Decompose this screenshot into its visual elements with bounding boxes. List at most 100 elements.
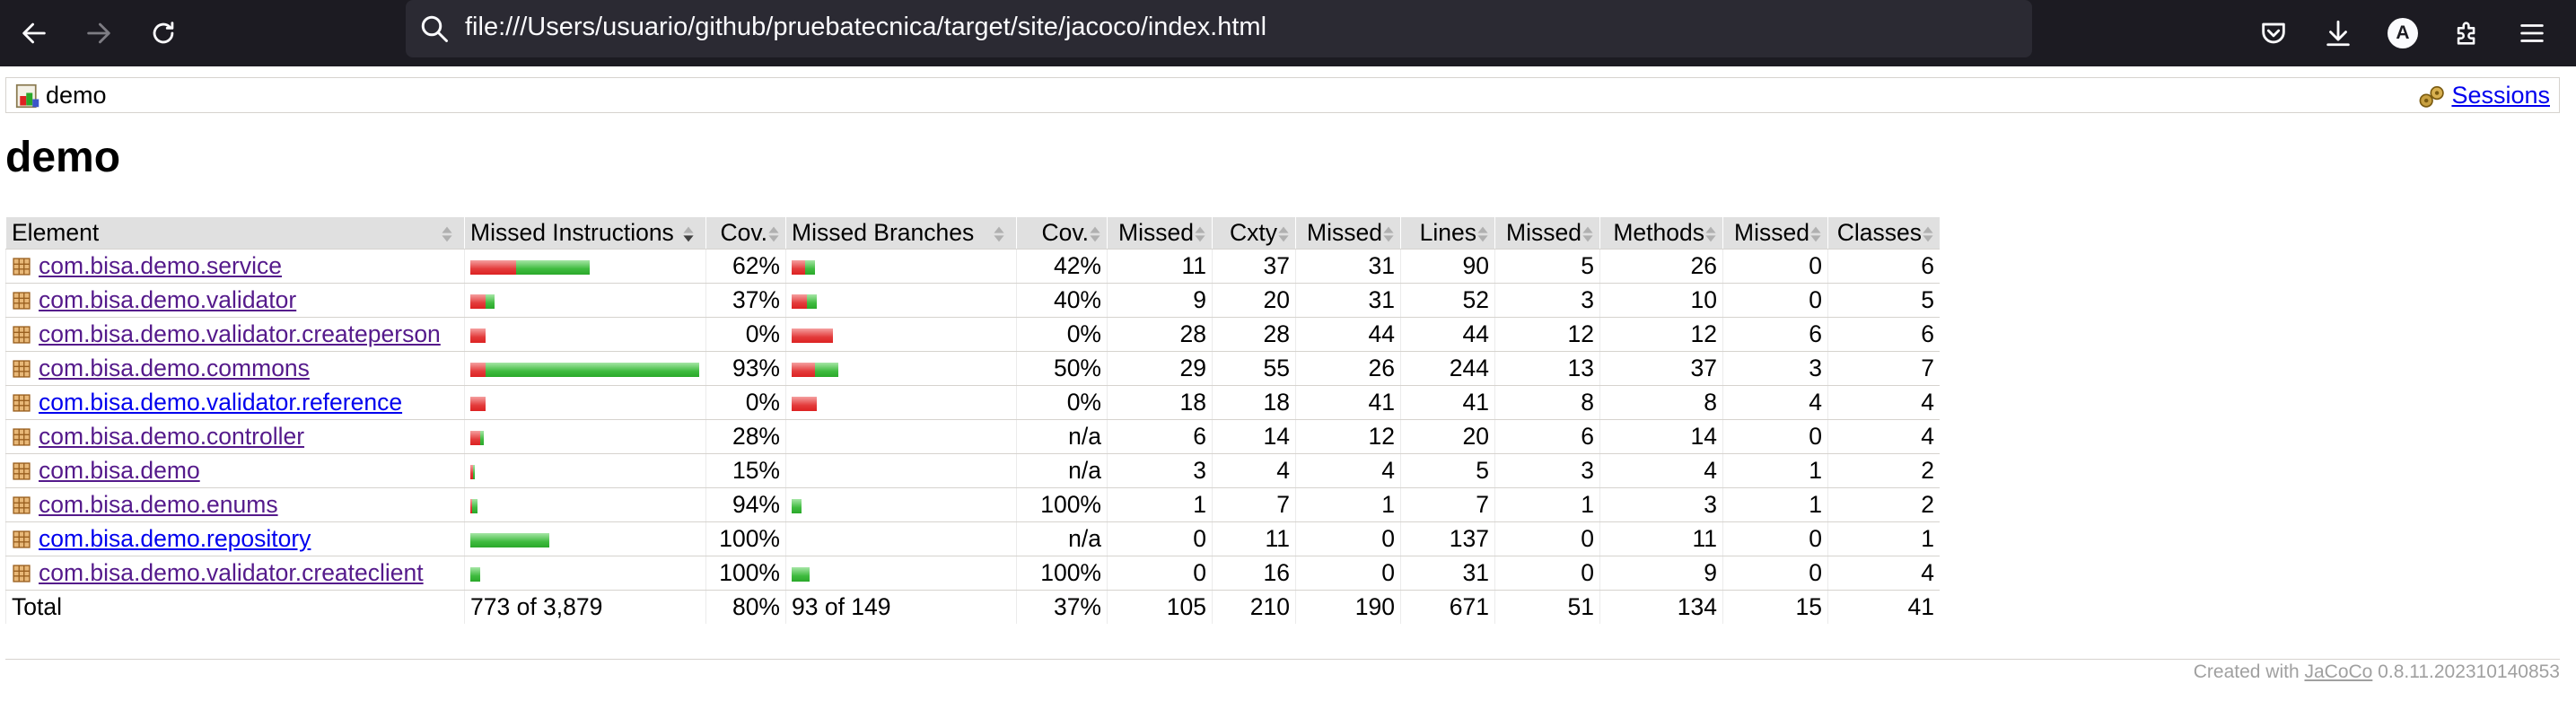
missed-lines: 4 bbox=[1295, 453, 1401, 488]
branches-coverage: 40% bbox=[1016, 283, 1108, 318]
covered-bar-segment bbox=[792, 567, 810, 582]
package-link[interactable]: com.bisa.demo.repository bbox=[39, 525, 311, 552]
instructions-coverage-bar bbox=[470, 294, 495, 309]
missed-bar-segment bbox=[470, 260, 516, 275]
package-link[interactable]: com.bisa.demo.service bbox=[39, 252, 282, 279]
missed-lines: 0 bbox=[1295, 521, 1401, 556]
instructions-coverage-bar bbox=[470, 260, 590, 275]
header-missed-instructions[interactable]: Missed Instructions bbox=[464, 217, 706, 250]
branches-coverage: 42% bbox=[1016, 249, 1108, 284]
footer-divider bbox=[5, 659, 2560, 660]
branches-coverage: n/a bbox=[1016, 453, 1108, 488]
missed-bar-segment bbox=[792, 397, 817, 411]
header-methods[interactable]: Methods bbox=[1599, 217, 1723, 250]
classes: 4 bbox=[1827, 419, 1940, 454]
header-missed-lines[interactable]: Missed bbox=[1295, 217, 1401, 250]
address-bar[interactable]: file:///Users/usuario/github/pruebatecni… bbox=[406, 0, 2032, 57]
instructions-coverage-bar bbox=[470, 533, 549, 547]
branches-coverage-bar bbox=[792, 397, 817, 411]
sort-icon bbox=[1704, 225, 1717, 243]
missed-methods: 0 bbox=[1494, 521, 1600, 556]
page-title: demo bbox=[5, 134, 121, 181]
missed-bar-segment bbox=[470, 294, 486, 309]
methods: 12 bbox=[1599, 317, 1723, 352]
branches-bar-cell bbox=[785, 419, 1017, 454]
package-link[interactable]: com.bisa.demo.validator.createclient bbox=[39, 559, 424, 586]
instructions-bar-cell bbox=[464, 487, 706, 522]
instructions-bar-cell bbox=[464, 556, 706, 591]
header-missed-branches[interactable]: Missed Branches bbox=[785, 217, 1017, 250]
package-link[interactable]: com.bisa.demo.validator.createperson bbox=[39, 320, 441, 347]
missed-classes: 1 bbox=[1722, 487, 1828, 522]
header-missed-methods[interactable]: Missed bbox=[1494, 217, 1600, 250]
missed-classes: 0 bbox=[1722, 283, 1828, 318]
header-element[interactable]: Element bbox=[5, 217, 465, 250]
url-text[interactable]: file:///Users/usuario/github/pruebatecni… bbox=[465, 13, 1266, 42]
total-missed-lines: 190 bbox=[1295, 590, 1401, 624]
package-link[interactable]: com.bisa.demo.commons bbox=[39, 355, 310, 381]
download-icon bbox=[2326, 20, 2350, 47]
missed-methods: 3 bbox=[1494, 283, 1600, 318]
lines: 44 bbox=[1400, 317, 1495, 352]
missed-cxty: 11 bbox=[1107, 249, 1213, 284]
branches-bar-cell bbox=[785, 317, 1017, 352]
package-link[interactable]: com.bisa.demo.validator bbox=[39, 286, 296, 313]
pocket-icon bbox=[2262, 22, 2285, 44]
sessions-link[interactable]: Sessions bbox=[2451, 82, 2550, 109]
missed-classes: 3 bbox=[1722, 351, 1828, 386]
branches-coverage-bar bbox=[792, 499, 802, 513]
instructions-coverage: 37% bbox=[705, 283, 786, 318]
account-button[interactable]: A bbox=[2382, 13, 2423, 54]
breadcrumb: demo Sessions bbox=[5, 77, 2560, 113]
reload-button[interactable] bbox=[138, 8, 188, 58]
covered-bar-segment bbox=[486, 294, 495, 309]
branches-bar-cell bbox=[785, 249, 1017, 284]
jacoco-link[interactable]: JaCoCo bbox=[2304, 661, 2372, 682]
back-button[interactable] bbox=[9, 8, 59, 58]
total-lines: 671 bbox=[1400, 590, 1495, 624]
instructions-coverage-bar bbox=[470, 363, 699, 377]
menu-button[interactable] bbox=[2511, 13, 2553, 54]
branches-bar-cell bbox=[785, 283, 1017, 318]
instructions-coverage: 28% bbox=[705, 419, 786, 454]
package-link[interactable]: com.bisa.demo bbox=[39, 457, 200, 484]
header-cov-instructions[interactable]: Cov. bbox=[705, 217, 786, 250]
missed-classes: 0 bbox=[1722, 556, 1828, 591]
breadcrumb-label: demo bbox=[46, 82, 107, 109]
table-row: com.bisa.demo 15% n/a 3 4 4 5 3 4 1 2 bbox=[5, 453, 1940, 488]
table-row: com.bisa.demo.enums 94% 100% 1 7 1 7 1 3 1 2 bbox=[5, 487, 1940, 522]
pocket-button[interactable] bbox=[2253, 13, 2294, 54]
sessions-link-wrap[interactable]: Sessions bbox=[2417, 82, 2550, 109]
missed-lines: 0 bbox=[1295, 556, 1401, 591]
downloads-button[interactable] bbox=[2318, 13, 2359, 54]
header-missed-classes[interactable]: Missed bbox=[1722, 217, 1828, 250]
branches-bar-cell bbox=[785, 351, 1017, 386]
header-lines[interactable]: Lines bbox=[1400, 217, 1495, 250]
missed-lines: 31 bbox=[1295, 283, 1401, 318]
missed-lines: 1 bbox=[1295, 487, 1401, 522]
package-link[interactable]: com.bisa.demo.enums bbox=[39, 491, 278, 518]
classes: 4 bbox=[1827, 556, 1940, 591]
missed-bar-segment bbox=[792, 260, 805, 275]
header-classes[interactable]: Classes bbox=[1827, 217, 1940, 250]
instructions-coverage: 100% bbox=[705, 521, 786, 556]
forward-button[interactable] bbox=[74, 8, 124, 58]
classes: 4 bbox=[1827, 385, 1940, 420]
instructions-bar-cell bbox=[464, 317, 706, 352]
package-link[interactable]: com.bisa.demo.controller bbox=[39, 423, 304, 450]
missed-cxty: 29 bbox=[1107, 351, 1213, 386]
package-cell: com.bisa.demo.validator.createperson bbox=[5, 317, 465, 352]
package-cell: com.bisa.demo.enums bbox=[5, 487, 465, 522]
sort-icon bbox=[1809, 225, 1822, 243]
report-icon bbox=[15, 83, 39, 108]
package-link[interactable]: com.bisa.demo.validator.reference bbox=[39, 389, 402, 416]
header-cxty[interactable]: Cxty bbox=[1212, 217, 1296, 250]
browser-toolbar: file:///Users/usuario/github/pruebatecni… bbox=[0, 0, 2576, 66]
lines: 137 bbox=[1400, 521, 1495, 556]
header-cov-branches[interactable]: Cov. bbox=[1016, 217, 1108, 250]
sort-icon bbox=[1476, 225, 1489, 243]
extensions-button[interactable] bbox=[2447, 13, 2488, 54]
header-missed-cxty[interactable]: Missed bbox=[1107, 217, 1213, 250]
methods: 8 bbox=[1599, 385, 1723, 420]
branches-coverage: n/a bbox=[1016, 521, 1108, 556]
